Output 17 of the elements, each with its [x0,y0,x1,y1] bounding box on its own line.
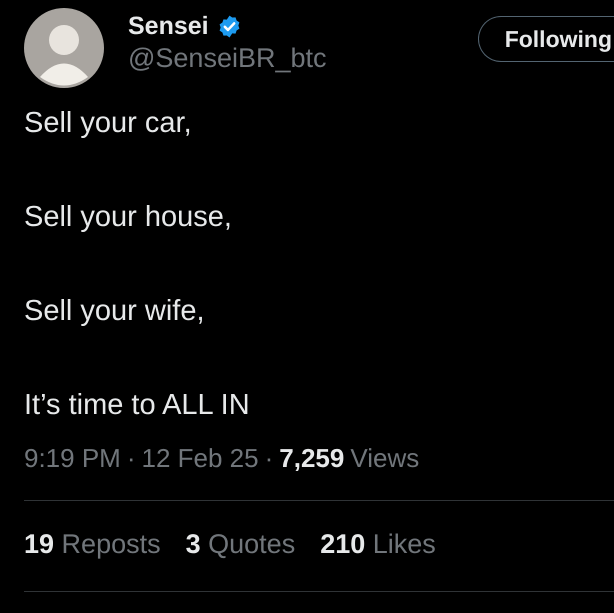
author-handle[interactable]: @SenseiBR_btc [128,43,327,74]
tweet-text: Sell your house, [24,202,233,233]
tweet-text: Sell your wife, [24,296,206,327]
stat-link[interactable]: 3 Quotes [186,529,296,563]
tweet-text: Sell your car, [24,108,193,139]
post-time[interactable]: 9:19 PM [24,443,121,474]
following-button[interactable]: Following [478,16,614,62]
tweet-text: It’s time to ALL IN [24,390,251,421]
separator-dot: · [264,443,274,474]
stat-link[interactable]: 19 Reposts [24,529,161,563]
post-date[interactable]: 12 Feb 25 [142,443,259,474]
stat-link[interactable]: 210 Likes [320,529,436,563]
avatar-icon[interactable] [24,8,104,88]
views-count: 7,259 [279,443,344,474]
author-name[interactable]: Sensei [128,12,209,41]
separator-dot: · [126,443,136,474]
views-label: Views [350,443,420,474]
